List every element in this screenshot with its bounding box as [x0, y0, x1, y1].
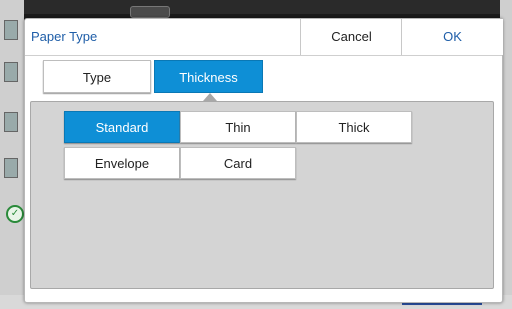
option-thin-button[interactable]: Thin [180, 111, 296, 143]
ok-button[interactable]: OK [401, 19, 503, 55]
option-card-button[interactable]: Card [180, 147, 296, 179]
divider [25, 55, 502, 56]
document-icon [4, 158, 18, 178]
dialog-title-bar: Paper Type Cancel OK [25, 19, 503, 55]
option-thick-button[interactable]: Thick [296, 111, 412, 143]
document-icon [4, 20, 18, 40]
option-standard-button[interactable]: Standard [64, 111, 180, 143]
tab-pointer [203, 93, 217, 101]
background-left-rail: ✓ [0, 0, 24, 309]
tab-thickness[interactable]: Thickness [154, 60, 263, 93]
paper-type-dialog: Paper Type Cancel OK Type Thickness Stan… [24, 18, 503, 303]
check-icon: ✓ [6, 205, 24, 223]
dialog-title: Paper Type [31, 29, 98, 44]
background-tab [130, 6, 170, 18]
option-envelope-button[interactable]: Envelope [64, 147, 180, 179]
cancel-button[interactable]: Cancel [300, 19, 402, 55]
document-icon [4, 112, 18, 132]
background-top-bar [0, 0, 512, 18]
tab-type[interactable]: Type [43, 60, 151, 93]
document-icon [4, 62, 18, 82]
thickness-options-panel: Standard Thin Thick Envelope Card [30, 101, 494, 289]
